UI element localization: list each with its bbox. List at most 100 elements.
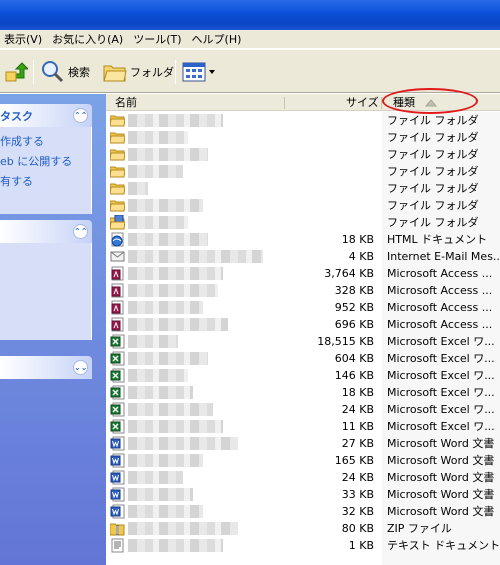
excel-icon (110, 334, 125, 349)
up-folder-button[interactable] (4, 58, 28, 86)
file-size: 4 KB (348, 250, 374, 263)
file-type: Microsoft Access ... (387, 284, 493, 297)
folder-icon (103, 65, 127, 82)
file-type: Microsoft Excel ワ... (387, 335, 495, 348)
file-size: 18,515 KB (317, 335, 374, 348)
file-type: ZIP ファイル (387, 522, 452, 535)
file-type: Microsoft Access ... (387, 267, 493, 280)
column-size[interactable]: サイズ (346, 94, 379, 111)
collapse-icon[interactable]: ⌃⌃ (73, 108, 88, 123)
file-row[interactable]: 952 KB Microsoft Access ... (106, 299, 500, 316)
file-name-redacted (128, 199, 203, 212)
tasks-panel-title: タスク (0, 109, 33, 123)
file-type: Internet E-Mail Mes... (387, 250, 499, 263)
file-row[interactable]: ファイル フォルダ (106, 163, 500, 180)
file-row[interactable]: 32 KB Microsoft Word 文書 (106, 503, 500, 520)
column-divider (284, 97, 285, 109)
menu-favorites[interactable]: お気に入り(A) (48, 31, 129, 47)
other-places-panel-header[interactable]: ⌃⌃ (0, 220, 92, 243)
file-size: 80 KB (341, 522, 374, 535)
file-type: Microsoft Word 文書 (387, 505, 495, 518)
file-row[interactable]: 18 KB HTML ドキュメント (106, 231, 500, 248)
file-type: Microsoft Word 文書 (387, 454, 495, 467)
file-row[interactable]: 4 KB Internet E-Mail Mes... (106, 248, 500, 265)
file-type: ファイル フォルダ (387, 182, 479, 195)
file-name-redacted (128, 216, 188, 229)
menu-help[interactable]: ヘルプ(H) (188, 31, 248, 47)
file-name-redacted (128, 335, 178, 348)
file-type: Microsoft Excel ワ... (387, 403, 495, 416)
file-row[interactable]: 24 KB Microsoft Excel ワ... (106, 401, 500, 418)
collapse-icon[interactable]: ⌃⌃ (73, 224, 88, 239)
file-row[interactable]: 33 KB Microsoft Word 文書 (106, 486, 500, 503)
email-icon (110, 249, 125, 264)
details-panel-header[interactable]: ⌄⌄ (0, 356, 92, 379)
file-row[interactable]: 604 KB Microsoft Excel ワ... (106, 350, 500, 367)
file-row[interactable]: ファイル フォルダ (106, 146, 500, 163)
folder-icon (110, 198, 125, 213)
file-type: Microsoft Word 文書 (387, 471, 495, 484)
search-button[interactable]: 検索 (39, 58, 90, 86)
file-row[interactable]: 24 KB Microsoft Word 文書 (106, 469, 500, 486)
folders-button[interactable]: フォルダ (103, 58, 174, 86)
file-size: 328 KB (334, 284, 374, 297)
file-row[interactable]: 1 KB テキスト ドキュメント (106, 537, 500, 554)
word-icon (110, 453, 125, 468)
file-row[interactable]: 165 KB Microsoft Word 文書 (106, 452, 500, 469)
folder-icon (110, 130, 125, 145)
file-row[interactable]: 80 KB ZIP ファイル (106, 520, 500, 537)
menu-view[interactable]: 表示(V) (0, 31, 48, 47)
file-name-redacted (128, 437, 238, 450)
file-name-redacted (128, 369, 188, 382)
tasks-panel: タスク ⌃⌃ 作成する eb に公開する 有する (0, 104, 92, 214)
file-row[interactable]: ファイル フォルダ (106, 129, 500, 146)
file-size: 11 KB (341, 420, 374, 433)
file-name-redacted (128, 539, 223, 552)
file-row[interactable]: 146 KB Microsoft Excel ワ... (106, 367, 500, 384)
task-link-publish-web[interactable]: eb に公開する (0, 152, 91, 172)
file-size: 27 KB (341, 437, 374, 450)
file-row[interactable]: 11 KB Microsoft Excel ワ... (106, 418, 500, 435)
other-places-panel: ⌃⌃ (0, 220, 92, 340)
file-row[interactable]: ファイル フォルダ (106, 112, 500, 129)
file-row[interactable]: 328 KB Microsoft Access ... (106, 282, 500, 299)
expand-icon[interactable]: ⌄⌄ (73, 360, 88, 375)
file-type: ファイル フォルダ (387, 165, 479, 178)
menu-tools[interactable]: ツール(T) (129, 31, 187, 47)
views-button[interactable] (182, 58, 216, 86)
search-icon (42, 61, 64, 83)
task-link-share[interactable]: 有する (0, 172, 91, 192)
file-type: Microsoft Word 文書 (387, 488, 495, 501)
file-name-redacted (128, 131, 188, 144)
file-name-redacted (128, 420, 223, 433)
up-arrow-icon (5, 62, 28, 82)
file-name-redacted (128, 165, 183, 178)
tasks-panel-body: 作成する eb に公開する 有する (0, 127, 92, 214)
file-row[interactable]: ファイル フォルダ (106, 214, 500, 231)
file-row[interactable]: 3,764 KB Microsoft Access ... (106, 265, 500, 282)
file-row[interactable]: ファイル フォルダ (106, 197, 500, 214)
file-type: ファイル フォルダ (387, 131, 479, 144)
file-size: 32 KB (341, 505, 374, 518)
file-size: 18 KB (341, 233, 374, 246)
details-panel: ⌄⌄ (0, 356, 92, 379)
file-type: Microsoft Word 文書 (387, 437, 495, 450)
tasks-panel-header[interactable]: タスク ⌃⌃ (0, 104, 92, 127)
file-name-redacted (128, 284, 218, 297)
zip-icon (110, 521, 125, 536)
file-type: Microsoft Excel ワ... (387, 386, 495, 399)
file-row[interactable]: ファイル フォルダ (106, 180, 500, 197)
access-icon (110, 317, 125, 332)
file-row[interactable]: 27 KB Microsoft Word 文書 (106, 435, 500, 452)
task-link-create[interactable]: 作成する (0, 132, 91, 152)
file-row[interactable]: 18,515 KB Microsoft Excel ワ... (106, 333, 500, 350)
file-type: ファイル フォルダ (387, 114, 479, 127)
file-list: 名前 サイズ 種類 ファイル フォルダ ファイル フォルダ ファイル フォルダ ファイ… (106, 88, 500, 565)
file-name-redacted (128, 522, 238, 535)
column-name[interactable]: 名前 (115, 94, 137, 111)
file-size: 18 KB (341, 386, 374, 399)
folder-icon (110, 181, 125, 196)
file-row[interactable]: 696 KB Microsoft Access ... (106, 316, 500, 333)
file-row[interactable]: 18 KB Microsoft Excel ワ... (106, 384, 500, 401)
html-icon (110, 232, 125, 247)
